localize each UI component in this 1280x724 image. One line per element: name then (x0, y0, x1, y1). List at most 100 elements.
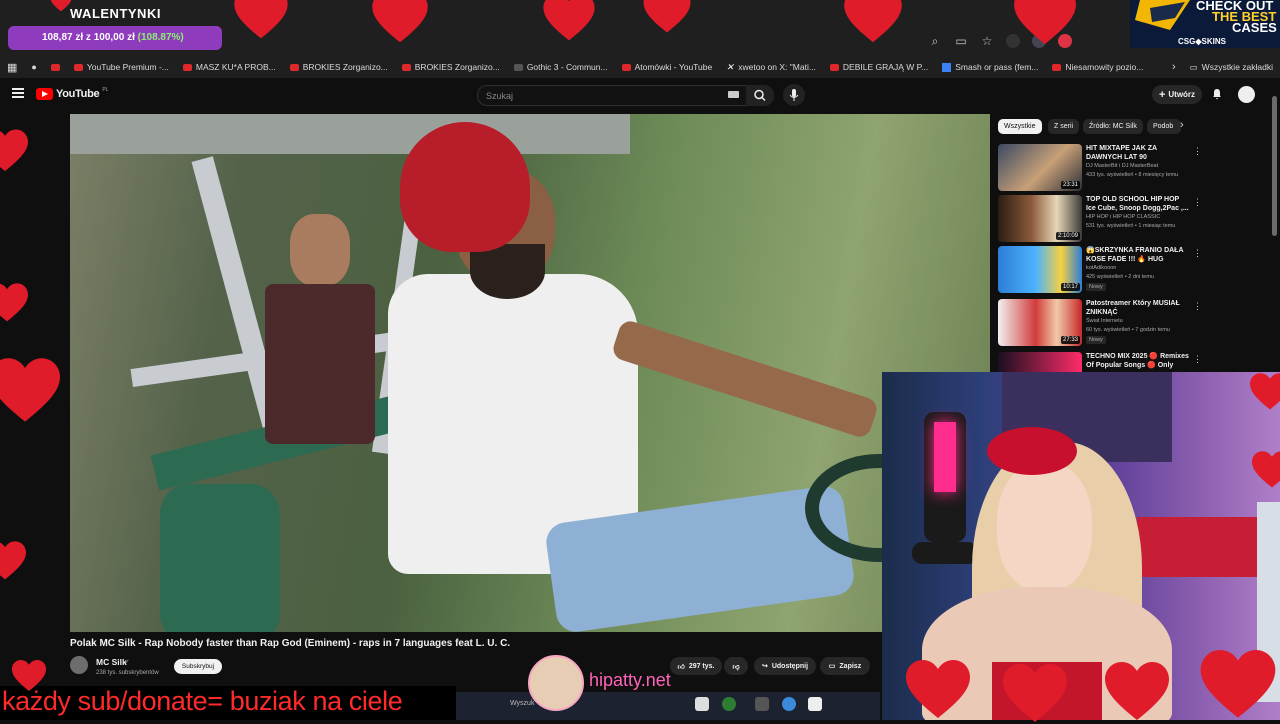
bookmark-item[interactable]: Niesamowity pozio... (1045, 62, 1150, 72)
video-duration: 23:31 (1060, 181, 1080, 189)
save-button[interactable]: ▭ Zapisz (820, 657, 870, 675)
taskbar-app-icon[interactable] (695, 697, 709, 711)
chip-from-source[interactable]: Źródło: MC Silk (1083, 119, 1143, 134)
vehicle-roof (70, 114, 630, 154)
share-label: Udostępnij (771, 662, 809, 670)
bookmark-icon-only[interactable]: ● (24, 62, 43, 72)
taskbar-app-icon[interactable] (755, 697, 769, 711)
youtube-icon (73, 63, 83, 71)
all-bookmarks-label: Wszystkie zakładki (1201, 62, 1273, 72)
bookmark-item[interactable]: BROKIES Zorganizo... (283, 62, 395, 72)
taskbar-search[interactable]: Wyszuk (510, 700, 534, 707)
save-label: Zapisz (839, 662, 862, 670)
all-bookmarks[interactable]: ▭ Wszystkie zakładki (1183, 62, 1280, 73)
bookmark-label: BROKIES Zorganizo... (414, 62, 500, 72)
microphone-icon (789, 89, 799, 101)
youtube-icon (829, 63, 839, 71)
country-code: PL (102, 87, 109, 93)
heart-icon (1252, 451, 1280, 488)
youtube-logo[interactable]: YouTube PL (36, 87, 109, 100)
heart-icon (11, 660, 47, 691)
more-options-icon[interactable]: ⋮ (1193, 248, 1202, 259)
taskbar-app-icon[interactable] (782, 697, 796, 711)
search-input[interactable] (478, 87, 724, 105)
more-options-icon[interactable]: ⋮ (1193, 146, 1202, 157)
heart-icon (1250, 373, 1280, 410)
search-button[interactable] (746, 85, 774, 106)
heart-icon (0, 283, 28, 322)
recommendation-item[interactable]: 2:10:09 TOP OLD SCHOOL HIP HOP Ice Cube,… (998, 195, 1202, 243)
donation-goal-title: WALENTYNKI (70, 6, 161, 21)
bookmark-item[interactable]: BROKIES Zorganizo... (395, 62, 507, 72)
chip-all[interactable]: Wszystkie (998, 119, 1042, 134)
more-options-icon[interactable]: ⋮ (1193, 197, 1202, 208)
bookmark-label: xwetoo on X: "Mati... (738, 62, 816, 72)
driver-turban (400, 122, 530, 252)
bookmark-item[interactable]: Smash or pass (fem... (935, 62, 1045, 72)
taskbar-app-icon[interactable] (808, 697, 822, 711)
video-player[interactable] (70, 114, 990, 632)
recommendation-channel: Świat Internetu (1086, 318, 1123, 324)
more-options-icon[interactable]: ⋮ (1193, 301, 1202, 312)
bookmark-label: MASZ KU*A PROB... (195, 62, 276, 72)
chevron-right-icon[interactable]: › (1180, 119, 1184, 131)
passenger-torso (265, 284, 375, 444)
donation-goal-amount: 108,87 zł z 100,00 zł (108.87%) (42, 32, 184, 43)
subscribe-button[interactable]: Subskrybuj (174, 659, 222, 674)
channel-avatar[interactable] (70, 656, 88, 674)
promo-brand: CSG◆SKINS (1178, 37, 1226, 46)
streamer-face (997, 462, 1092, 592)
chip-from-series[interactable]: Z serii (1048, 119, 1080, 134)
create-button[interactable]: + Utwórz (1152, 85, 1202, 104)
bookmark-icon-only[interactable] (44, 63, 67, 71)
account-avatar[interactable] (1238, 86, 1255, 103)
like-button[interactable]: 👍︎ 297 tys. (670, 657, 722, 675)
recommendation-channel: DJ MasterBit i DJ MasterBeat (1086, 163, 1159, 169)
recommendation-item[interactable]: TECHNO MIX 2025 🔴 Remixes Of Popular Son… (998, 352, 1198, 372)
recommendation-meta: 433 tys. wyświetleń • 8 miesięcy temu (1086, 172, 1179, 178)
channel-name[interactable]: MC Silk (96, 657, 127, 667)
x-icon: ✕ (726, 62, 734, 72)
bookmark-label: Smash or pass (fem... (955, 62, 1039, 72)
new-badge: Nowy (1086, 336, 1106, 344)
dislike-button[interactable]: 👎︎ (724, 657, 748, 675)
bookmark-item[interactable]: ✕ xwetoo on X: "Mati... (719, 62, 823, 72)
youtube-icon (1052, 63, 1062, 71)
bookmark-star-icon[interactable]: ☆ (980, 34, 994, 48)
page-scrollbar[interactable] (1272, 96, 1277, 236)
hamburger-menu-icon[interactable] (12, 88, 24, 98)
notifications-bell-icon[interactable] (1211, 88, 1223, 100)
more-options-icon[interactable]: ⋮ (1193, 354, 1198, 365)
bookmark-item[interactable]: Atomówki - YouTube (615, 62, 720, 72)
bookmark-item[interactable]: DEBILE GRAJĄ W P... (823, 62, 935, 72)
donation-percent: (108.87%) (137, 32, 184, 43)
chip-similar[interactable]: Podob (1147, 119, 1181, 134)
recommendation-title: TOP OLD SCHOOL HIP HOP Ice Cube, Snoop D… (1086, 196, 1189, 212)
bookmark-item[interactable]: YouTube Premium -... (67, 62, 176, 72)
video-duration: 27:33 (1060, 336, 1080, 344)
zoom-icon[interactable]: ⌕ (928, 34, 942, 48)
chrome-icon[interactable] (722, 697, 736, 711)
verified-check-icon: ✓ (124, 659, 130, 666)
recommendation-item[interactable]: 23:31 HIT MIXTAPE JAK ZA DAWNYCH LAT 90 … (998, 144, 1202, 192)
keyboard-icon[interactable] (728, 91, 739, 98)
cast-icon[interactable]: ▭ (954, 34, 968, 48)
recommendation-item[interactable]: 10:17 😱SKRZYNKA FRANIO DAŁA KOSE FADE !!… (998, 246, 1202, 294)
video-thumbnail (998, 352, 1082, 372)
apps-grid-icon[interactable]: ▦ (0, 61, 24, 74)
driver-beard (470, 244, 545, 299)
bookmark-item[interactable]: Gothic 3 - Commun... (507, 62, 615, 72)
voice-search-button[interactable] (783, 84, 805, 106)
chevron-right-icon[interactable]: › (1165, 61, 1183, 73)
bookmark-item[interactable]: MASZ KU*A PROB... (176, 62, 283, 72)
bookmark-label: YouTube Premium -... (86, 62, 169, 72)
share-button[interactable]: ↪ Udostępnij (754, 657, 816, 675)
youtube-icon (289, 63, 299, 71)
red-cabinet (1137, 517, 1257, 577)
recommendation-channel: HIP HOP i HIP HOP CLASSIC (1086, 214, 1161, 220)
passenger-head (290, 214, 350, 286)
recommendation-item[interactable]: 27:33 Patostreamer Który MUSIAŁ ZNIKNĄĆ … (998, 299, 1202, 347)
recommendation-meta: 60 tys. wyświetleń • 7 godzin temu (1086, 327, 1170, 333)
video-thumbnail: 23:31 (998, 144, 1082, 191)
heart-icon (643, 0, 691, 33)
